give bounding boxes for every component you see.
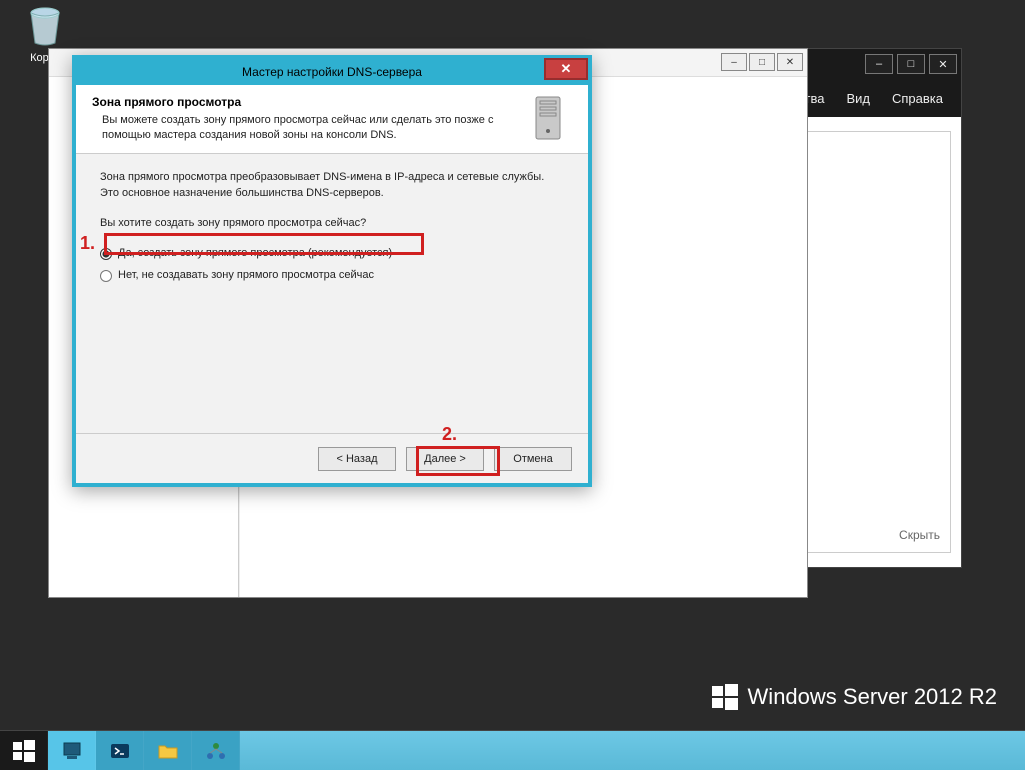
wizard-body-text-1: Зона прямого просмотра преобразовывает D… [100, 170, 564, 202]
windows-logo-icon [712, 684, 738, 710]
wizard-titlebar[interactable]: Мастер настройки DNS-сервера ✕ [76, 59, 588, 85]
taskbar-dns-manager[interactable] [192, 731, 240, 770]
network-icon [205, 740, 227, 762]
radio-no-input[interactable] [100, 270, 112, 282]
wizard-header: Зона прямого просмотра Вы можете создать… [76, 85, 588, 154]
annotation-highlight-1 [104, 233, 424, 255]
annotation-label-1: 1. [80, 233, 95, 254]
server-manager-icon [61, 740, 83, 762]
radio-option-no[interactable]: Нет, не создавать зону прямого просмотра… [100, 268, 564, 284]
taskbar [0, 730, 1025, 770]
start-button[interactable] [0, 731, 48, 770]
wizard-button-bar: < Назад Далее > Отмена [76, 433, 588, 483]
dns-wizard-dialog: Мастер настройки DNS-сервера ✕ Зона прям… [72, 55, 592, 487]
back-button[interactable]: < Назад [318, 447, 396, 471]
powershell-icon [109, 740, 131, 762]
cancel-button[interactable]: Отмена [494, 447, 572, 471]
minimize-button[interactable]: – [865, 54, 893, 74]
close-button[interactable]: ✕ [544, 58, 588, 80]
taskbar-powershell[interactable] [96, 731, 144, 770]
annotation-highlight-2 [416, 446, 500, 476]
windows-logo-icon [13, 740, 35, 762]
wizard-title: Мастер настройки DNS-сервера [242, 65, 422, 79]
os-watermark: Windows Server 2012 R2 [712, 684, 997, 710]
wizard-header-title: Зона прямого просмотра [92, 95, 518, 109]
wizard-header-desc: Вы можете создать зону прямого просмотра… [92, 113, 518, 143]
taskbar-explorer[interactable] [144, 731, 192, 770]
maximize-button[interactable]: □ [749, 53, 775, 71]
maximize-button[interactable]: □ [897, 54, 925, 74]
wizard-content: Зона прямого просмотра преобразовывает D… [76, 154, 588, 300]
menu-help[interactable]: Справка [892, 91, 943, 106]
os-watermark-text: Windows Server 2012 R2 [748, 684, 997, 710]
folder-icon [157, 740, 179, 762]
minimize-button[interactable]: – [721, 53, 747, 71]
menu-view[interactable]: Вид [846, 91, 870, 106]
close-button[interactable]: ✕ [777, 53, 803, 71]
server-icon [528, 95, 572, 143]
radio-no-label: Нет, не создавать зону прямого просмотра… [118, 268, 374, 284]
close-button[interactable]: ✕ [929, 54, 957, 74]
annotation-label-2: 2. [442, 424, 457, 445]
taskbar-server-manager[interactable] [48, 731, 96, 770]
taskbar-empty-area[interactable] [240, 731, 1025, 770]
wizard-body-text-2: Вы хотите создать зону прямого просмотра… [100, 216, 564, 232]
recycle-bin-icon [24, 5, 66, 47]
